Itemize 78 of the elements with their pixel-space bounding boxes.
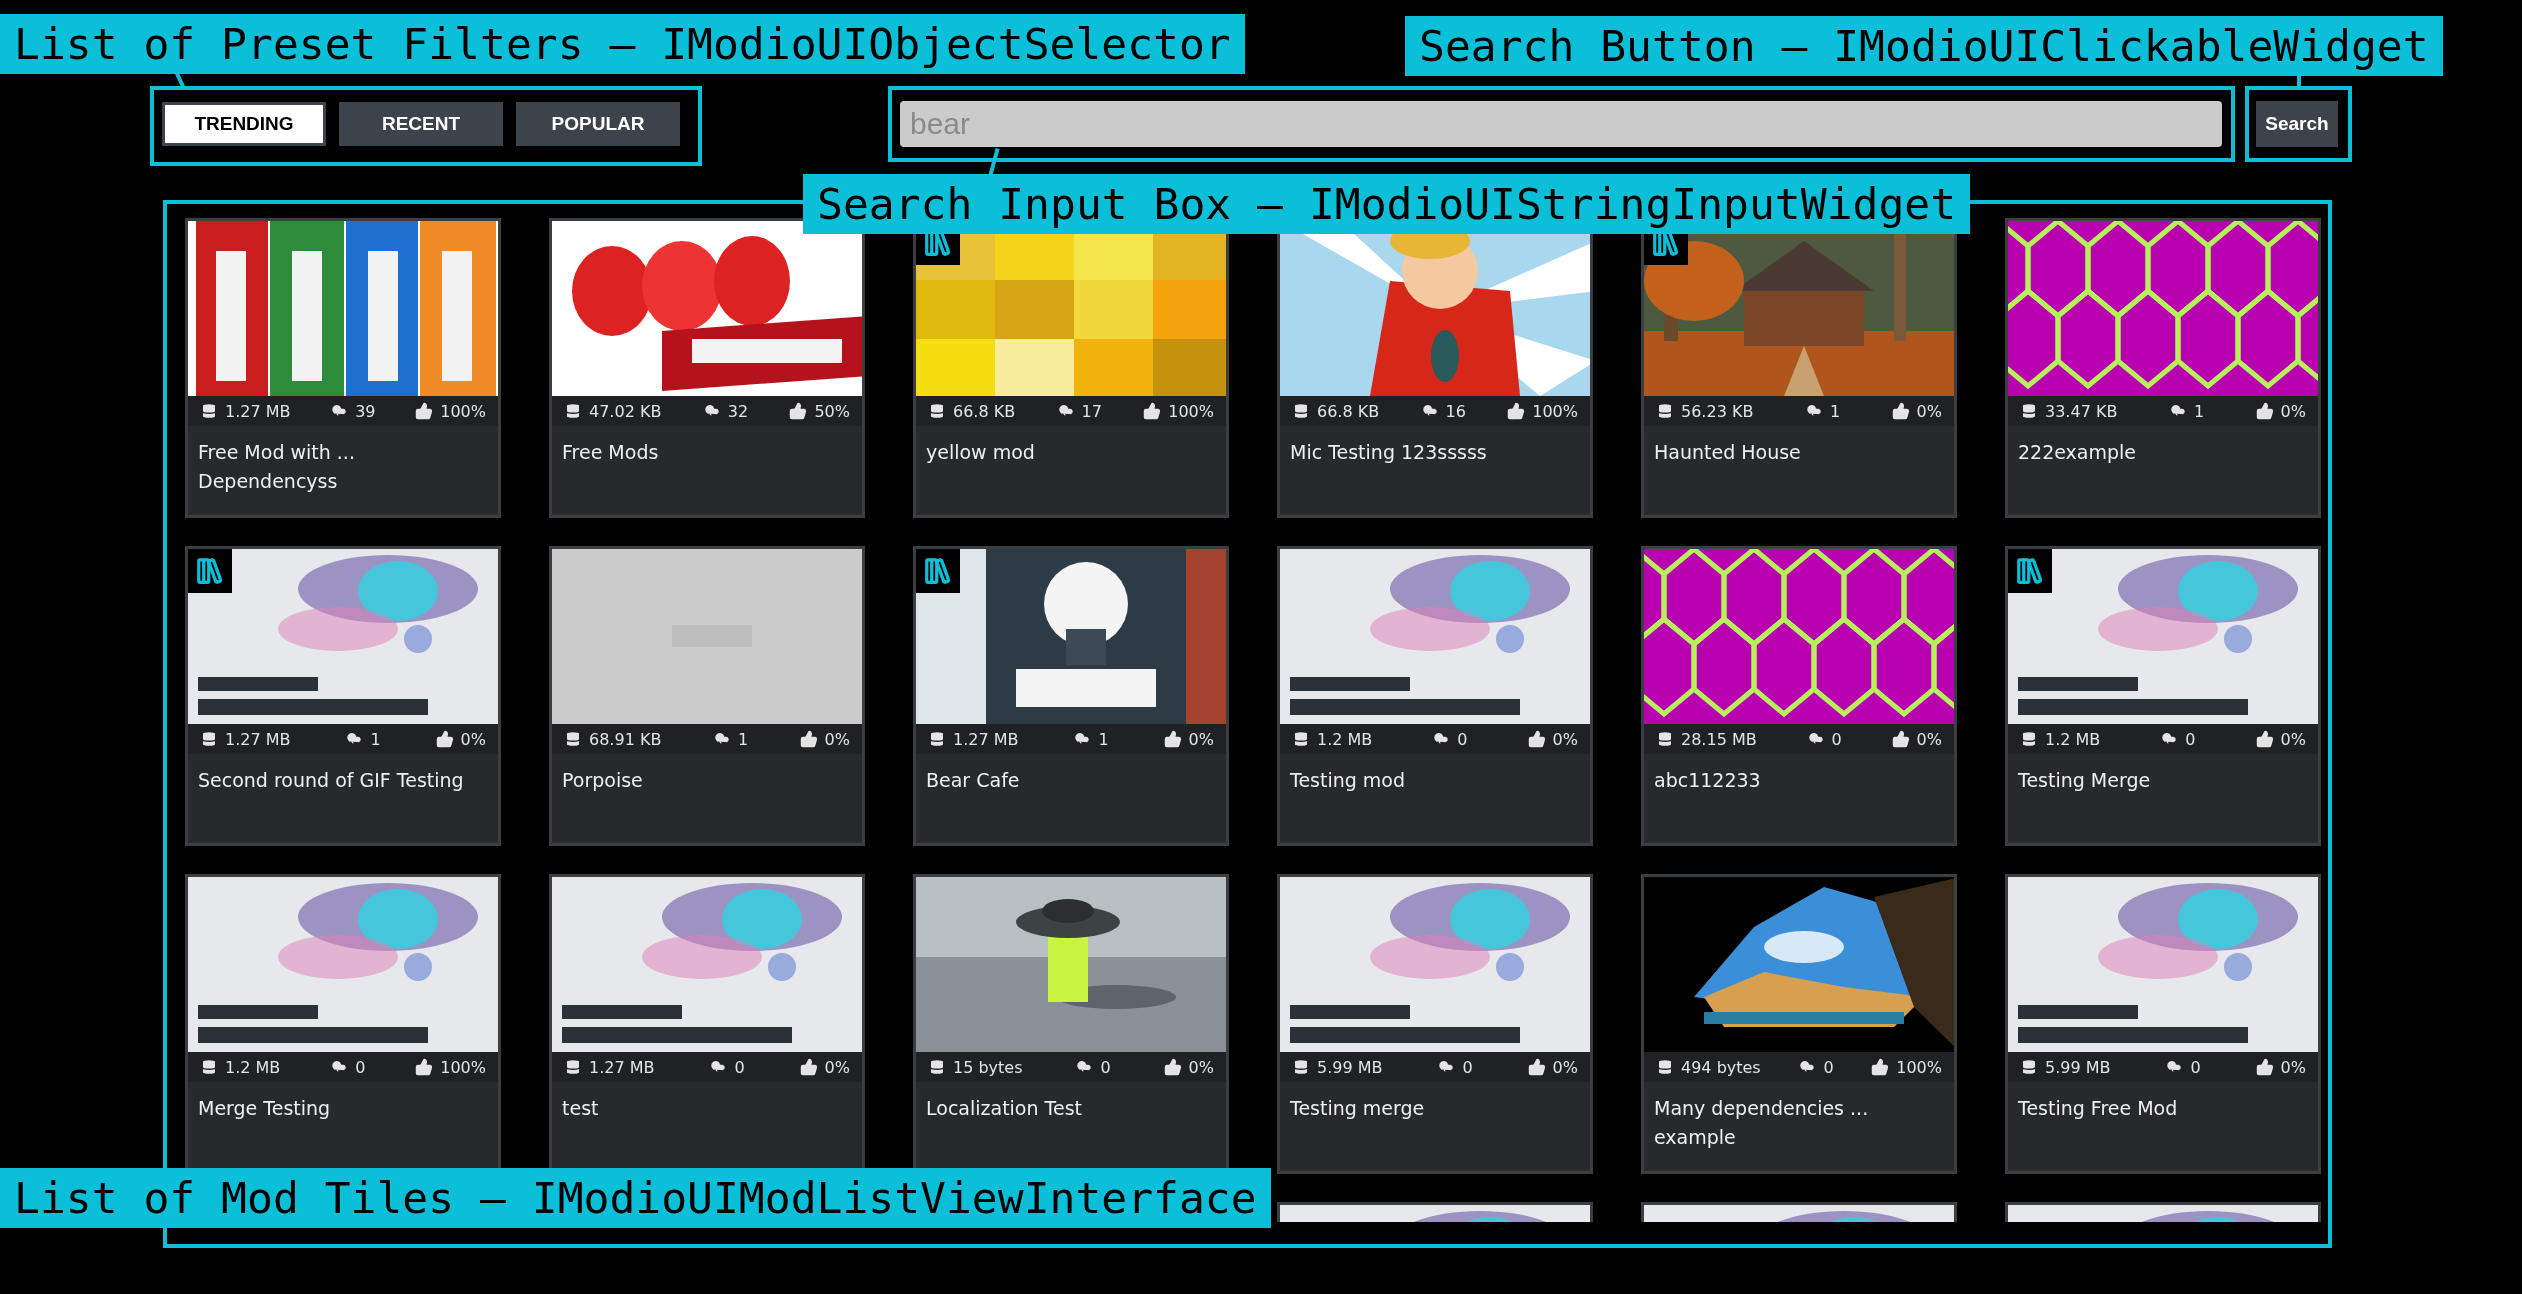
rating: 0% [1552,729,1578,749]
mod-title: Testing Merge [2018,768,2152,793]
mod-title: example [1654,1125,1737,1150]
annotation-tooltip: Search Input Box – IModioUIStringInputWidget [803,174,1971,234]
rating: 0% [1916,401,1942,421]
mod-title: Second round of GIF Testing [198,768,465,793]
mod-title: 222example [2018,440,2138,465]
mod-title: Mic Testing 123sssss [1290,440,1488,465]
file-size: 1.2 MB [225,1057,281,1077]
download-count: 32 [727,401,749,421]
rating: 0% [824,1057,850,1077]
download-count: 0 [2190,1057,2201,1077]
rating: 0% [2280,1057,2306,1077]
file-size: 15 bytes [953,1057,1023,1077]
file-size: 1.27 MB [225,729,291,749]
download-count: 39 [355,401,376,421]
mod-title: Dependencyss [198,469,339,494]
file-size: 1.27 MB [225,401,291,421]
mod-title: Merge Testing [198,1096,332,1121]
download-count: 0 [1100,1057,1111,1077]
mod-title: Bear Cafe [926,768,1021,793]
download-count: 0 [1457,729,1468,749]
rating: 0% [1916,729,1942,749]
mod-title: Free Mod with ... [198,440,356,465]
rating: 100% [440,401,486,421]
download-count: 1 [1098,729,1109,749]
file-size: 1.2 MB [1317,729,1373,749]
file-size: 1.2 MB [2045,729,2101,749]
rating: 100% [1168,401,1214,421]
file-size: 66.8 KB [953,401,1016,421]
download-count: 0 [1823,1057,1834,1077]
annotation-tooltip: Search Button – IModioUIClickableWidget [1405,16,2443,76]
download-count: 0 [2185,729,2196,749]
rating: 0% [2280,401,2306,421]
file-size: 68.91 KB [589,729,662,749]
rating: 0% [824,729,850,749]
mod-title: Testing Free Mod [2018,1096,2179,1121]
download-count: 0 [355,1057,366,1077]
rating: 0% [2280,729,2306,749]
rating: 0% [460,729,486,749]
file-size: 47.02 KB [589,401,662,421]
file-size: 33.47 KB [2045,401,2118,421]
download-count: 17 [1081,401,1102,421]
rating: 100% [1532,401,1578,421]
rating: 100% [440,1057,486,1077]
download-count: 0 [1462,1057,1473,1077]
mod-title: Testing mod [1290,768,1407,793]
rating: 0% [1552,1057,1578,1077]
file-size: 494 bytes [1681,1057,1761,1077]
annotation-tooltip: List of Preset Filters – IModioUIObjectSelector [0,14,1245,74]
file-size: 5.99 MB [1317,1057,1383,1077]
file-size: 66.8 KB [1317,401,1380,421]
mod-title: Many dependencies ... [1654,1096,1870,1121]
mod-title: yellow mod [926,440,1036,465]
mod-title: test [562,1096,600,1121]
download-count: 1 [1829,401,1841,421]
rating: 0% [1188,1057,1214,1077]
rating: 50% [814,401,850,421]
mod-title: Haunted House [1654,440,1802,465]
mod-title: Porpoise [562,768,644,793]
rating: 0% [1188,729,1214,749]
mod-title: Free Mods [562,440,660,465]
file-size: 1.27 MB [589,1057,655,1077]
mod-title: Testing merge [1290,1096,1426,1121]
download-count: 0 [1831,729,1842,749]
annotation-tooltip: List of Mod Tiles – IModioUIModListViewInterface [0,1168,1271,1228]
download-count: 1 [2193,401,2205,421]
download-count: 1 [370,729,381,749]
mod-title: abc112233 [1654,768,1762,793]
file-size: 5.99 MB [2045,1057,2111,1077]
file-size: 28.15 MB [1681,729,1757,749]
mod-title: Localization Test [926,1096,1083,1121]
download-count: 0 [734,1057,745,1077]
file-size: 1.27 MB [953,729,1019,749]
rating: 100% [1896,1057,1942,1077]
file-size: 56.23 KB [1681,401,1754,421]
download-count: 1 [737,729,749,749]
download-count: 16 [1445,401,1466,421]
